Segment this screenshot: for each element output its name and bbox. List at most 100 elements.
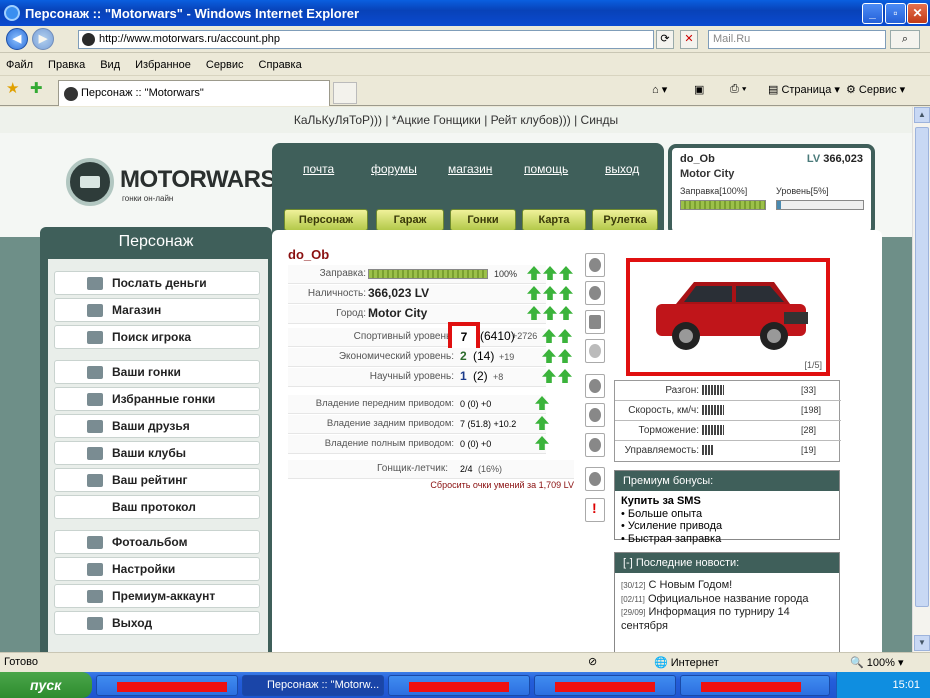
car-image-box[interactable]: [1/5] xyxy=(626,258,830,376)
upgrade-awd-arrows[interactable] xyxy=(535,436,551,450)
reset-skills-link[interactable]: Сбросить очки умений за 1,709 LV xyxy=(288,480,574,490)
taskbar-item-redacted[interactable] xyxy=(680,675,830,696)
part-nitro-icon[interactable] xyxy=(585,467,605,491)
menu-edit[interactable]: Правка xyxy=(48,59,85,71)
sidebar-item-exit[interactable]: Выход xyxy=(54,611,260,635)
print-icon[interactable]: ⎙ ▾ xyxy=(730,83,746,96)
nav-mail[interactable]: почта xyxy=(303,162,334,176)
part-tyre-icon[interactable] xyxy=(585,281,605,305)
sidebar-item-my-races[interactable]: Ваши гонки xyxy=(54,360,260,384)
btn-garage[interactable]: Гараж xyxy=(376,209,444,231)
btn-character[interactable]: Персонаж xyxy=(284,209,368,231)
car-stat-value: [33] xyxy=(801,385,817,395)
favorites-star-icon[interactable]: ★ xyxy=(6,79,19,97)
search-input[interactable]: Mail.Ru xyxy=(708,30,886,49)
menu-favorites[interactable]: Избранное xyxy=(135,59,191,71)
upgrade-eco-arrows[interactable] xyxy=(542,349,574,363)
part-brakes-icon[interactable] xyxy=(585,433,605,457)
taskbar-item-redacted[interactable] xyxy=(96,675,238,696)
menu-help[interactable]: Справка xyxy=(259,59,302,71)
sidebar-item-friends[interactable]: Ваши друзья xyxy=(54,414,260,438)
add-favorite-icon[interactable]: ✚ xyxy=(30,79,43,97)
taskbar-item-redacted[interactable] xyxy=(388,675,530,696)
menu-tools[interactable]: Сервис xyxy=(206,59,244,71)
nav-exit[interactable]: выход xyxy=(605,162,639,176)
zoom-control[interactable]: 🔍 100% ▾ xyxy=(850,656,903,669)
nav-forums[interactable]: форумы xyxy=(371,162,417,176)
back-button[interactable]: ◀ xyxy=(6,28,28,50)
top-links[interactable]: КаЛьКуЛяТоР))) | *Ацкие Гонщики | Рейт к… xyxy=(0,107,912,133)
upgrade-sport-arrows[interactable] xyxy=(542,329,574,343)
news-item[interactable]: [30/12] С Новым Годом! xyxy=(621,579,833,593)
car-stat-label: Управляемость: xyxy=(624,445,699,456)
sidebar-item-rating[interactable]: Ваш рейтинг xyxy=(54,468,260,492)
news-item[interactable]: [02/11] Официальное название города xyxy=(621,593,833,607)
page-menu[interactable]: ▤ Страница ▾ xyxy=(768,83,840,96)
sidebar-item-photo-album[interactable]: Фотоальбом xyxy=(54,530,260,554)
btn-races[interactable]: Гонки xyxy=(450,209,516,231)
sidebar-item-premium[interactable]: Премиум-аккаунт xyxy=(54,584,260,608)
warning-exclaim-icon[interactable]: ! xyxy=(585,498,605,522)
sidebar-item-favorite-races[interactable]: Избранные гонки xyxy=(54,387,260,411)
address-bar[interactable]: http://www.motorwars.ru/account.php xyxy=(78,30,654,49)
sidebar-item-settings[interactable]: Настройки xyxy=(54,557,260,581)
news-item[interactable]: [29/09] Информация по турниру 14 сентябр… xyxy=(621,606,833,632)
scroll-down-icon[interactable]: ▼ xyxy=(914,635,930,651)
forward-button[interactable]: ▶ xyxy=(32,28,54,50)
taskbar-item-redacted[interactable] xyxy=(534,675,676,696)
upgrade-money-arrows[interactable] xyxy=(527,286,575,300)
sidebar-item-clubs[interactable]: Ваши клубы xyxy=(54,441,260,465)
stop-button[interactable]: ✕ xyxy=(680,30,698,49)
search-icon[interactable]: ⌕ xyxy=(890,30,920,49)
part-suspension-icon[interactable] xyxy=(585,253,605,277)
home-icon[interactable]: ⌂ ▾ xyxy=(652,83,667,96)
scroll-up-icon[interactable]: ▲ xyxy=(914,107,930,123)
sidebar-item-protocol[interactable]: Ваш протокол xyxy=(54,495,260,519)
premium-item-label: Больше опыта xyxy=(627,507,703,520)
premium-buy-link[interactable]: Купить за SMS xyxy=(621,495,833,508)
news-title[interactable]: [-] Последние новости: xyxy=(615,553,839,573)
taskbar-item-active[interactable]: Персонаж :: "Motorw... xyxy=(242,675,384,696)
close-button[interactable]: ✕ xyxy=(907,3,928,24)
start-button[interactable]: пуск xyxy=(0,672,92,698)
sidebar-item-find-player[interactable]: Поиск игрока xyxy=(54,325,260,349)
sidebar-item-shop[interactable]: Магазин xyxy=(54,298,260,322)
sidebar-item-send-money[interactable]: Послать деньги xyxy=(54,271,260,295)
site-logo[interactable]: MOTORWARS.RU гонки он-лайн xyxy=(66,158,316,218)
tab-active[interactable]: Персонаж :: "Motorwars" xyxy=(58,80,330,106)
part-exhaust-icon[interactable] xyxy=(585,310,605,334)
minimize-button[interactable]: _ xyxy=(862,3,883,24)
btn-map[interactable]: Карта xyxy=(522,209,586,231)
upgrade-rwd-arrows[interactable] xyxy=(535,416,551,430)
window-title: Персонаж :: "Motorwars" - Windows Intern… xyxy=(25,5,360,21)
web-page: КаЛьКуЛяТоР))) | *Ацкие Гонщики | Рейт к… xyxy=(0,107,912,652)
menu-view[interactable]: Вид xyxy=(100,59,120,71)
new-tab-button[interactable] xyxy=(333,82,357,104)
part-spoiler-icon[interactable] xyxy=(585,339,605,363)
sidebar-item-label: Ваш рейтинг xyxy=(112,473,188,487)
car-pager[interactable]: [1/5] xyxy=(804,360,822,370)
upgrade-sci-arrows[interactable] xyxy=(542,369,574,383)
status-bar: Готово ⊘ 🌐 Интернет 🔍 100% ▾ xyxy=(0,652,930,672)
maximize-button[interactable]: ▫ xyxy=(885,3,906,24)
car-stat-bar xyxy=(702,425,724,435)
user-city: Motor City xyxy=(680,168,735,180)
user-name[interactable]: do_Ob xyxy=(680,153,715,165)
page-scrollbar[interactable]: ▲ ▼ xyxy=(912,107,930,652)
nav-help[interactable]: помощь xyxy=(524,162,568,176)
fuel-label: Заправка: xyxy=(319,268,366,279)
tools-menu[interactable]: ⚙ Сервис ▾ xyxy=(846,83,905,96)
scroll-thumb[interactable] xyxy=(915,127,929,607)
upgrade-city-arrows[interactable] xyxy=(527,306,575,320)
menu-file[interactable]: Файл xyxy=(6,59,33,71)
btn-roulette[interactable]: Рулетка xyxy=(592,209,658,231)
part-gear-icon[interactable] xyxy=(585,374,605,398)
refresh-button[interactable]: ⟳ xyxy=(656,30,674,49)
feeds-icon[interactable]: ▣ xyxy=(694,83,704,96)
upgrade-fwd-arrows[interactable] xyxy=(535,396,551,410)
part-engine-icon[interactable] xyxy=(585,403,605,427)
main-nav: почта форумы магазин помощь выход Персон… xyxy=(272,143,664,236)
sidebar-item-label: Избранные гонки xyxy=(112,392,216,406)
nav-shop[interactable]: магазин xyxy=(448,162,492,176)
upgrade-fuel-arrows[interactable] xyxy=(527,266,575,280)
